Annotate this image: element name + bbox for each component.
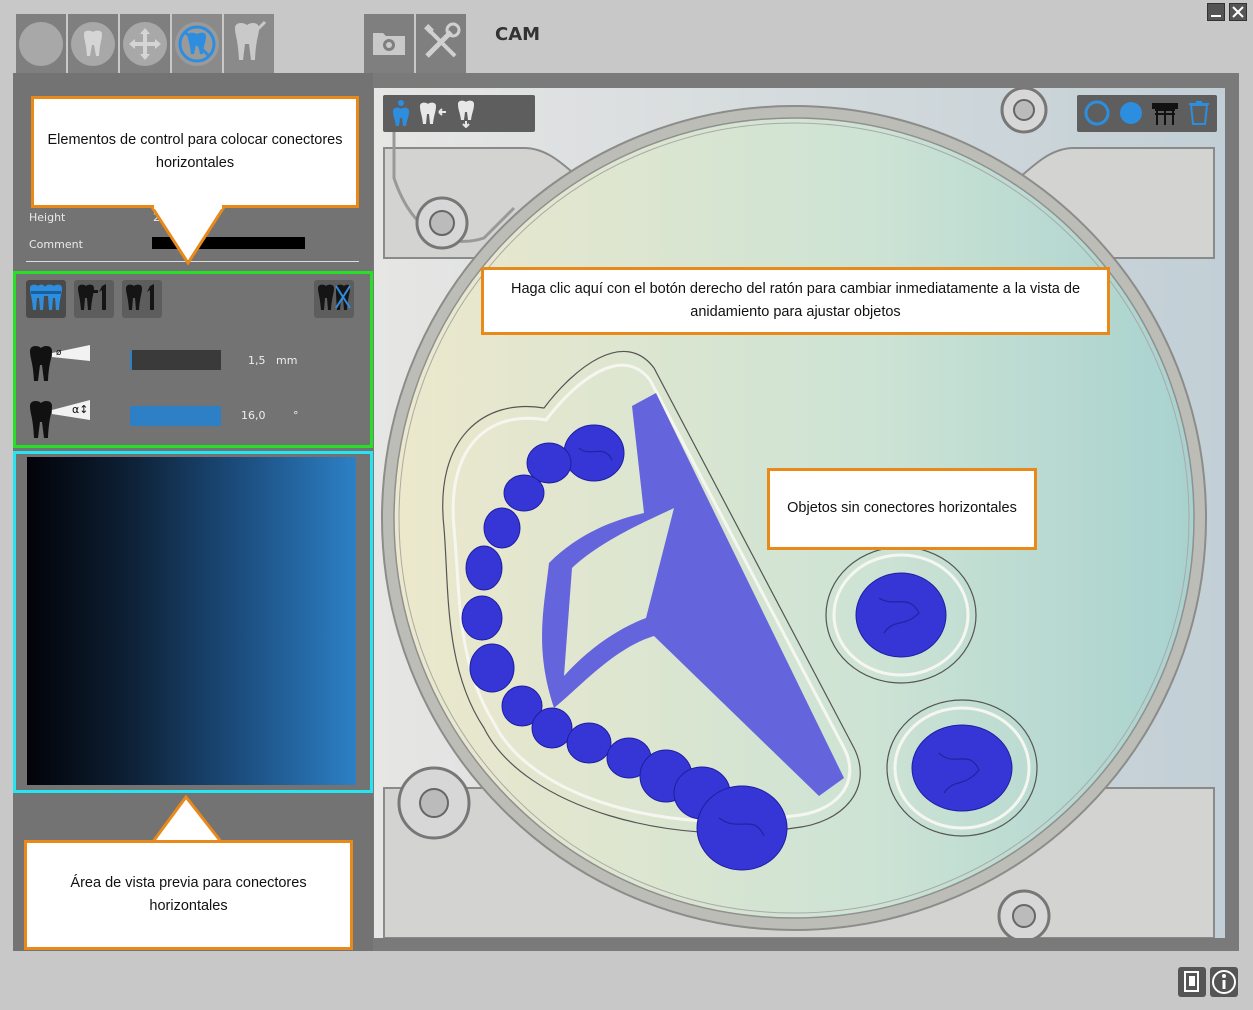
svg-text:ø: ø	[56, 348, 62, 358]
tooth-angle-icon: α↕	[28, 398, 92, 444]
minimize-button[interactable]	[1207, 3, 1225, 21]
minimize-icon	[1211, 15, 1221, 17]
document-button[interactable]	[1178, 967, 1206, 997]
callout-preview-arrow	[150, 794, 224, 845]
connector-single-alt-button[interactable]	[122, 280, 162, 318]
support-icon	[1152, 103, 1178, 125]
module-tabs	[16, 14, 274, 74]
diameter-unit: mm	[276, 354, 298, 367]
tooth-brush-icon	[231, 20, 267, 68]
connector-preview-area[interactable]	[27, 457, 356, 785]
tooth-connector-icon	[175, 22, 219, 66]
tools-icon	[421, 22, 461, 66]
comment-label: Comment	[29, 238, 83, 251]
trash-button[interactable]	[1184, 98, 1214, 128]
circle-icon	[19, 22, 63, 66]
info-button[interactable]	[1210, 967, 1238, 997]
tab-connector[interactable]	[172, 14, 222, 74]
tab-tooth-brush[interactable]	[224, 14, 274, 74]
connector-all-icon	[28, 282, 64, 316]
close-button[interactable]	[1229, 3, 1247, 21]
tooth-icon	[71, 22, 115, 66]
callout-objects: Objetos sin conectores horizontales	[767, 468, 1037, 550]
view-tooth-down-button[interactable]	[451, 98, 481, 128]
tools-button[interactable]	[416, 14, 466, 74]
connector-single-icon	[76, 282, 112, 316]
angle-value: 16,0	[241, 409, 266, 422]
tab-circle[interactable]	[16, 14, 66, 74]
close-icon	[1232, 6, 1244, 18]
view-tooth-arrow-icon	[420, 102, 446, 124]
angle-slider-track	[130, 406, 221, 426]
tooth-diameter-icon: ø	[28, 343, 92, 387]
ring-icon	[1084, 100, 1110, 126]
view-person-button[interactable]	[386, 98, 416, 128]
tab-move[interactable]	[120, 14, 170, 74]
callout-preview: Área de vista previa para conectores hor…	[24, 840, 353, 950]
move-arrows-icon	[123, 22, 167, 66]
disc-button[interactable]	[1116, 98, 1146, 128]
support-button[interactable]	[1150, 98, 1180, 128]
connector-delete-button[interactable]	[314, 280, 354, 318]
connector-single-alt-icon	[124, 282, 160, 316]
trash-icon	[1189, 101, 1209, 125]
height-label: Height	[29, 211, 66, 224]
document-icon	[1184, 971, 1199, 992]
settings-folder-icon	[371, 27, 407, 61]
disc-icon	[1120, 102, 1142, 124]
view-person-icon	[393, 100, 409, 126]
view-tooth-arrow-button[interactable]	[418, 98, 448, 128]
ring-button[interactable]	[1082, 98, 1112, 128]
connector-single-button[interactable]	[74, 280, 114, 318]
angle-unit: °	[293, 409, 299, 422]
callout-controls-arrow	[150, 205, 226, 266]
angle-slider[interactable]	[130, 406, 221, 426]
connector-delete-icon	[316, 282, 352, 316]
app-title: CAM	[495, 24, 541, 45]
svg-text:α↕: α↕	[72, 403, 88, 416]
callout-controls: Elementos de control para colocar conect…	[31, 96, 359, 208]
info-icon	[1212, 970, 1236, 994]
diameter-slider[interactable]	[130, 350, 221, 370]
diameter-value: 1,5	[248, 354, 266, 367]
view-tooth-down-icon	[458, 100, 474, 128]
settings-button[interactable]	[364, 14, 414, 74]
diameter-slider-track	[130, 350, 221, 370]
tab-tooth[interactable]	[68, 14, 118, 74]
connector-all-button[interactable]	[26, 280, 66, 318]
callout-right-click: Haga clic aquí con el botón derecho del …	[481, 267, 1110, 335]
